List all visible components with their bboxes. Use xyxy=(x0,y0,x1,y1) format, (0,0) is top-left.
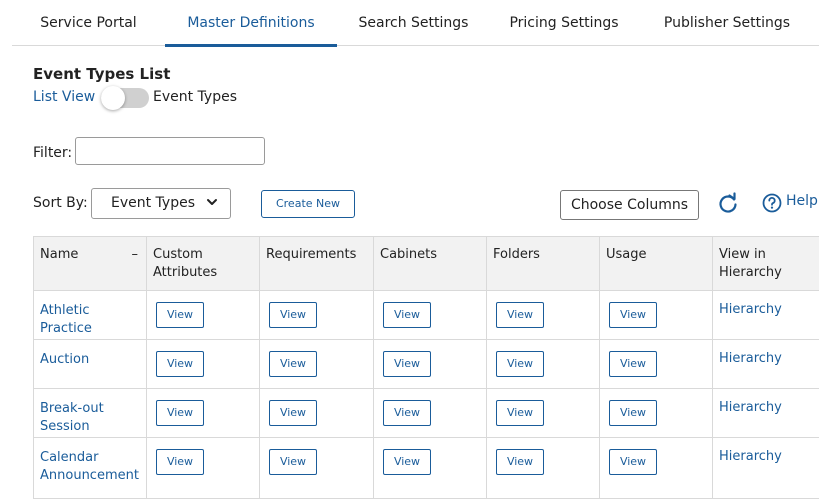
column-header-view-in-hierarchy: View in Hierarchy xyxy=(713,237,819,291)
view-usage-button[interactable]: View xyxy=(609,449,657,475)
view-cabinets-button[interactable]: View xyxy=(383,351,431,377)
view-usage-button[interactable]: View xyxy=(609,302,657,328)
view-requirements-button[interactable]: View xyxy=(269,302,317,328)
cell-custom-attributes: View xyxy=(147,438,260,499)
cell-requirements: View xyxy=(260,291,374,340)
cell-custom-attributes: View xyxy=(147,291,260,340)
cell-usage: View xyxy=(600,340,713,389)
view-folders-button[interactable]: View xyxy=(496,302,544,328)
top-navigation: Service Portal Master Definitions Search… xyxy=(12,0,819,46)
table-row: Break-out Session View View View View Vi… xyxy=(34,389,819,438)
view-toggle[interactable] xyxy=(101,88,149,108)
view-custom-attributes-button[interactable]: View xyxy=(156,302,204,328)
view-cabinets-button[interactable]: View xyxy=(383,302,431,328)
table-header-row: Name – Custom Attributes Requirements Ca… xyxy=(34,237,819,291)
cell-usage: View xyxy=(600,291,713,340)
cell-custom-attributes: View xyxy=(147,340,260,389)
cell-folders: View xyxy=(487,438,600,499)
sort-by-label: Sort By: xyxy=(33,195,88,211)
help-link[interactable]: Help xyxy=(786,193,818,209)
event-type-name-link[interactable]: Athletic Practice xyxy=(34,291,147,340)
sort-indicator[interactable]: – xyxy=(132,246,139,264)
view-folders-button[interactable]: View xyxy=(496,449,544,475)
event-type-name-link[interactable]: Break-out Session xyxy=(34,389,147,438)
tab-search-settings[interactable]: Search Settings xyxy=(337,0,490,46)
filter-label: Filter: xyxy=(33,145,72,161)
column-header-folders: Folders xyxy=(487,237,600,291)
column-header-custom-attributes: Custom Attributes xyxy=(147,237,260,291)
cell-cabinets: View xyxy=(374,340,487,389)
hierarchy-link[interactable]: Hierarchy xyxy=(713,291,819,340)
refresh-icon[interactable] xyxy=(717,192,739,214)
view-usage-button[interactable]: View xyxy=(609,400,657,426)
hierarchy-link[interactable]: Hierarchy xyxy=(713,389,819,438)
tab-pricing-settings[interactable]: Pricing Settings xyxy=(490,0,638,46)
filter-input[interactable] xyxy=(75,137,265,165)
hierarchy-link[interactable]: Hierarchy xyxy=(713,340,819,389)
tab-master-definitions[interactable]: Master Definitions xyxy=(165,0,337,46)
chevron-down-icon xyxy=(206,196,218,208)
table-row: Auction View View View View View Hierarc… xyxy=(34,340,819,389)
column-header-usage: Usage xyxy=(600,237,713,291)
view-custom-attributes-button[interactable]: View xyxy=(156,400,204,426)
hierarchy-link[interactable]: Hierarchy xyxy=(713,438,819,499)
table-row: Athletic Practice View View View View Vi… xyxy=(34,291,819,340)
event-type-name-link[interactable]: Auction xyxy=(34,340,147,389)
cell-cabinets: View xyxy=(374,438,487,499)
sort-by-select[interactable]: Event Types xyxy=(91,188,231,219)
view-cabinets-button[interactable]: View xyxy=(383,449,431,475)
event-types-table: Name – Custom Attributes Requirements Ca… xyxy=(33,236,819,499)
cell-custom-attributes: View xyxy=(147,389,260,438)
column-header-cabinets: Cabinets xyxy=(374,237,487,291)
cell-cabinets: View xyxy=(374,291,487,340)
cell-folders: View xyxy=(487,389,600,438)
help-circle-icon[interactable] xyxy=(762,193,782,213)
cell-folders: View xyxy=(487,340,600,389)
choose-columns-button[interactable]: Choose Columns xyxy=(560,190,699,220)
view-usage-button[interactable]: View xyxy=(609,351,657,377)
column-header-requirements: Requirements xyxy=(260,237,374,291)
list-view-link[interactable]: List View xyxy=(33,89,95,105)
event-type-name-link[interactable]: Calendar Announcement xyxy=(34,438,147,499)
view-custom-attributes-button[interactable]: View xyxy=(156,351,204,377)
view-requirements-button[interactable]: View xyxy=(269,449,317,475)
tab-service-portal[interactable]: Service Portal xyxy=(12,0,165,46)
view-folders-button[interactable]: View xyxy=(496,400,544,426)
view-custom-attributes-button[interactable]: View xyxy=(156,449,204,475)
event-types-toggle-label[interactable]: Event Types xyxy=(153,89,237,105)
table-row: Calendar Announcement View View View Vie… xyxy=(34,438,819,499)
cell-usage: View xyxy=(600,389,713,438)
view-folders-button[interactable]: View xyxy=(496,351,544,377)
sort-by-value: Event Types xyxy=(111,195,195,211)
toggle-knob[interactable] xyxy=(101,86,125,110)
view-requirements-button[interactable]: View xyxy=(269,351,317,377)
view-cabinets-button[interactable]: View xyxy=(383,400,431,426)
column-header-label: Name xyxy=(40,247,78,262)
cell-cabinets: View xyxy=(374,389,487,438)
cell-requirements: View xyxy=(260,340,374,389)
create-new-button[interactable]: Create New xyxy=(261,190,355,218)
view-requirements-button[interactable]: View xyxy=(269,400,317,426)
cell-requirements: View xyxy=(260,438,374,499)
cell-usage: View xyxy=(600,438,713,499)
column-header-name[interactable]: Name – xyxy=(34,237,147,291)
cell-requirements: View xyxy=(260,389,374,438)
page-title: Event Types List xyxy=(33,65,170,83)
cell-folders: View xyxy=(487,291,600,340)
tab-publisher-settings[interactable]: Publisher Settings xyxy=(638,0,816,46)
